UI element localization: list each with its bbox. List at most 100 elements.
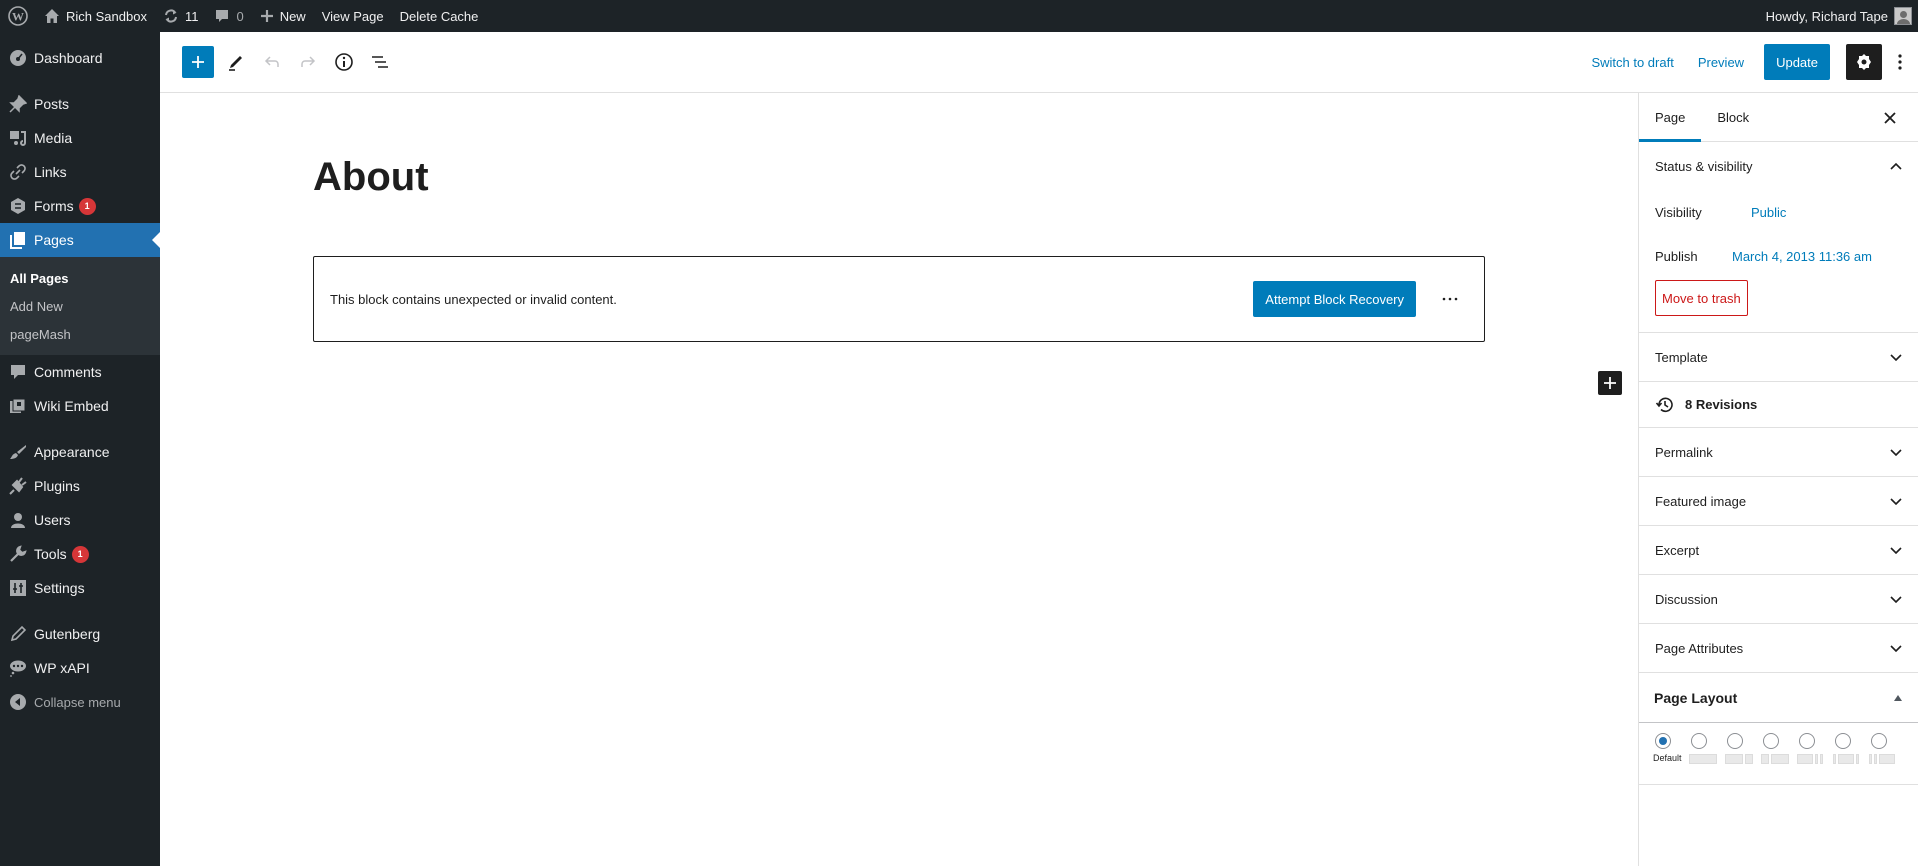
pin-icon (8, 94, 28, 114)
block-more-options-button[interactable] (1432, 281, 1468, 317)
discussion-toggle[interactable]: Discussion (1639, 575, 1918, 623)
update-button[interactable]: Update (1764, 44, 1830, 80)
section-title: Discussion (1655, 591, 1718, 607)
pencil-icon (8, 624, 28, 644)
layout-radio[interactable] (1727, 733, 1743, 749)
chevron-down-icon (1890, 645, 1902, 652)
page-attributes-toggle[interactable]: Page Attributes (1639, 624, 1918, 672)
view-page-link[interactable]: View Page (314, 0, 392, 32)
layout-option-three-col-left[interactable] (1797, 733, 1833, 784)
plus-icon (192, 56, 204, 68)
updates-link[interactable]: 11 (155, 0, 207, 32)
sidebar-item-gutenberg[interactable]: Gutenberg (0, 617, 160, 651)
layout-option-two-thirds-left[interactable] (1725, 733, 1761, 784)
new-content-link[interactable]: New (252, 0, 314, 32)
redo-icon (301, 56, 316, 67)
revisions-link[interactable]: 8 Revisions (1639, 382, 1918, 428)
sidebar-item-wiki-embed[interactable]: Wiki Embed (0, 389, 160, 423)
list-view-button[interactable] (362, 44, 398, 80)
sidebar-item-forms[interactable]: Forms 1 (0, 189, 160, 223)
tab-page[interactable]: Page (1639, 93, 1702, 142)
media-icon (8, 128, 28, 148)
layout-radio[interactable] (1871, 733, 1887, 749)
layout-thumbnail (1833, 754, 1859, 764)
site-name-link[interactable]: Rich Sandbox (36, 0, 155, 32)
undo-button[interactable] (254, 44, 290, 80)
tab-block[interactable]: Block (1701, 93, 1765, 141)
add-block-button[interactable] (1598, 371, 1622, 395)
page-layout-toggle[interactable]: Page Layout (1639, 673, 1918, 723)
discussion-section: Discussion (1639, 575, 1918, 624)
sidebar-item-dashboard[interactable]: Dashboard (0, 41, 160, 75)
move-to-trash-button[interactable]: Move to trash (1655, 280, 1748, 316)
featured-image-toggle[interactable]: Featured image (1639, 477, 1918, 525)
sidebar-item-settings[interactable]: Settings (0, 571, 160, 605)
layout-thumbnail (1797, 754, 1823, 764)
submenu-add-new[interactable]: Add New (0, 292, 160, 320)
layout-option-two-thirds-right[interactable] (1761, 733, 1797, 784)
submenu-pagemash[interactable]: pageMash (0, 320, 160, 348)
sidebar-item-comments[interactable]: Comments (0, 355, 160, 389)
wordpress-logo-button[interactable]: W (0, 0, 36, 32)
history-icon (1655, 397, 1673, 412)
sidebar-item-pages[interactable]: Pages (0, 223, 160, 257)
sidebar-item-appearance[interactable]: Appearance (0, 435, 160, 469)
sidebar-item-label: Links (34, 164, 67, 180)
close-settings-button[interactable] (1872, 100, 1908, 136)
preview-button[interactable]: Preview (1686, 44, 1756, 80)
sidebar-item-media[interactable]: Media (0, 121, 160, 155)
sidebar-item-label: Appearance (34, 444, 110, 460)
home-icon (45, 9, 59, 23)
layout-option-full[interactable] (1689, 733, 1725, 784)
template-section: Template (1639, 333, 1918, 382)
user-icon (8, 510, 28, 530)
page-title[interactable]: About (313, 155, 429, 200)
block-inserter-button[interactable] (182, 46, 214, 78)
sidebar-item-users[interactable]: Users (0, 503, 160, 537)
sidebar-item-label: Tools (34, 546, 67, 562)
sidebar-item-wp-xapi[interactable]: WP xAPI (0, 651, 160, 685)
my-account-link[interactable]: Howdy, Richard Tape (1758, 0, 1914, 32)
layout-radio[interactable] (1763, 733, 1779, 749)
sidebar-item-links[interactable]: Links (0, 155, 160, 189)
collapse-menu-button[interactable]: Collapse menu (0, 685, 160, 719)
invalid-block-warning[interactable]: This block contains unexpected or invali… (313, 256, 1485, 342)
sidebar-item-label: Users (34, 512, 71, 528)
avatar (1894, 7, 1912, 25)
delete-cache-link[interactable]: Delete Cache (392, 0, 487, 32)
comments-link[interactable]: 0 (206, 0, 251, 32)
layout-option-three-col-middle[interactable] (1833, 733, 1869, 784)
layout-radio[interactable] (1835, 733, 1851, 749)
layout-radio[interactable] (1799, 733, 1815, 749)
editor-canvas: About This block contains unexpected or … (160, 93, 1638, 866)
details-button[interactable] (326, 44, 362, 80)
tools-button[interactable] (218, 44, 254, 80)
layout-option-default[interactable]: Default (1653, 733, 1689, 784)
switch-to-draft-button[interactable]: Switch to draft (1579, 44, 1685, 80)
sidebar-item-posts[interactable]: Posts (0, 87, 160, 121)
visibility-row: Visibility Public (1655, 190, 1902, 234)
sidebar-item-label: Posts (34, 96, 70, 112)
chevron-down-icon (1890, 547, 1902, 554)
more-options-button[interactable] (1882, 44, 1918, 80)
settings-button[interactable] (1846, 44, 1882, 80)
layout-option-three-col-right[interactable] (1869, 733, 1905, 784)
redo-button[interactable] (290, 44, 326, 80)
attempt-block-recovery-button[interactable]: Attempt Block Recovery (1253, 281, 1416, 317)
layout-radio[interactable] (1655, 733, 1671, 749)
permalink-toggle[interactable]: Permalink (1639, 428, 1918, 476)
submenu-all-pages[interactable]: All Pages (0, 264, 160, 292)
template-toggle[interactable]: Template (1639, 333, 1918, 381)
page-layout-title: Page Layout (1654, 689, 1738, 706)
sidebar-item-tools[interactable]: Tools 1 (0, 537, 160, 571)
sidebar-item-plugins[interactable]: Plugins (0, 469, 160, 503)
layout-thumbnail (1869, 754, 1895, 764)
visibility-toggle[interactable]: Public (1751, 205, 1786, 220)
chevron-down-icon (1890, 449, 1902, 456)
publish-date-toggle[interactable]: March 4, 2013 11:36 am (1732, 249, 1872, 264)
status-visibility-toggle[interactable]: Status & visibility (1639, 142, 1918, 190)
excerpt-toggle[interactable]: Excerpt (1639, 526, 1918, 574)
permalink-section: Permalink (1639, 428, 1918, 477)
layout-radio[interactable] (1691, 733, 1707, 749)
brush-icon (8, 442, 28, 462)
